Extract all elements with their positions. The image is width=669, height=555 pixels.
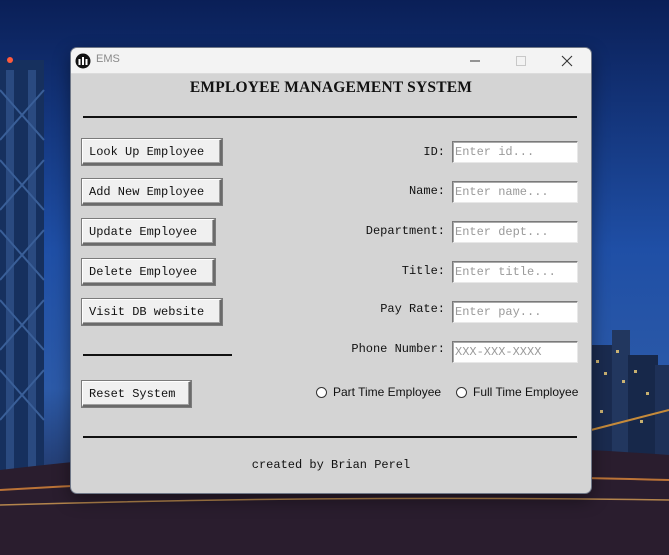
part-time-radio-option[interactable]: Part Time Employee [316, 385, 441, 399]
top-divider [83, 116, 577, 118]
visit-db-website-button[interactable]: Visit DB website [82, 299, 222, 325]
pay-rate-field[interactable] [452, 301, 578, 323]
department-field[interactable] [452, 221, 578, 243]
pay-rate-label: Pay Rate: [380, 302, 445, 316]
close-icon [561, 55, 573, 67]
title-field[interactable] [452, 261, 578, 283]
close-button[interactable] [544, 48, 590, 73]
full-time-label: Full Time Employee [473, 385, 579, 399]
full-time-radio[interactable] [456, 386, 467, 398]
id-field[interactable] [452, 141, 578, 163]
minimize-icon [470, 60, 480, 62]
minimize-button[interactable] [452, 48, 498, 73]
reset-system-button[interactable]: Reset System [82, 381, 191, 407]
left-divider [83, 354, 232, 356]
name-label: Name: [408, 184, 445, 198]
app-icon [75, 53, 91, 69]
window-title: EMS [96, 53, 120, 65]
page-title: EMPLOYEE MANAGEMENT SYSTEM [189, 79, 473, 96]
title-bar[interactable]: EMS [71, 48, 591, 74]
title-label: Title: [401, 264, 445, 278]
part-time-radio[interactable] [316, 386, 327, 398]
update-employee-button[interactable]: Update Employee [82, 219, 215, 245]
ems-window: EMS EMPLOYEE MANAGEMENT SYSTEM Look Up E… [71, 48, 591, 493]
look-up-employee-button[interactable]: Look Up Employee [82, 139, 222, 165]
bottom-divider [83, 436, 577, 438]
name-field[interactable] [452, 181, 578, 203]
add-new-employee-button[interactable]: Add New Employee [82, 179, 222, 205]
department-label: Department: [365, 224, 445, 238]
phone-number-label: Phone Number: [351, 342, 445, 356]
full-time-radio-option[interactable]: Full Time Employee [456, 385, 578, 399]
footer-credit: created by Brian Perel [251, 458, 411, 472]
id-label: ID: [423, 145, 445, 159]
phone-number-field[interactable] [452, 341, 578, 363]
maximize-icon [516, 56, 526, 66]
maximize-button[interactable] [498, 48, 544, 73]
part-time-label: Part Time Employee [333, 385, 442, 399]
delete-employee-button[interactable]: Delete Employee [82, 259, 215, 285]
